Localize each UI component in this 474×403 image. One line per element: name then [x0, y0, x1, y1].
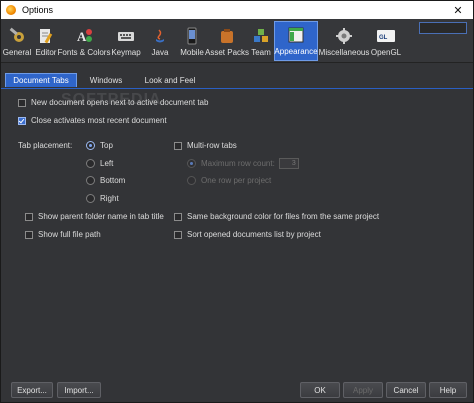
category-editor[interactable]: Editor — [34, 21, 58, 61]
same-bg-color-checkbox[interactable] — [174, 212, 182, 221]
appearance-icon — [287, 26, 305, 44]
svg-text:A: A — [77, 29, 87, 44]
team-icon — [252, 27, 270, 45]
category-miscellaneous[interactable]: Miscellaneous — [319, 21, 369, 61]
sort-by-project-option[interactable]: Sort opened documents list by project — [174, 230, 321, 239]
tab-placement-label: Tab placement: — [18, 141, 73, 150]
editor-icon — [37, 27, 55, 45]
show-full-path-checkbox[interactable] — [25, 230, 33, 239]
one-row-per-project-option[interactable]: One row per project — [187, 176, 271, 185]
multi-row-checkbox[interactable] — [174, 141, 182, 150]
category-fonts-colors[interactable]: A Fonts & Colors — [58, 21, 110, 61]
multi-row-option[interactable]: Multi-row tabs — [174, 141, 237, 150]
window-title: Options — [22, 5, 54, 15]
tab-windows[interactable]: Windows — [81, 73, 131, 87]
category-asset-packs[interactable]: Asset Packs — [205, 21, 249, 61]
placement-right-radio[interactable] — [86, 194, 95, 203]
title-bar: Options ✕ — [1, 1, 473, 19]
new-doc-next-checkbox[interactable] — [18, 98, 26, 107]
import-button[interactable]: Import... — [57, 382, 101, 398]
category-appearance[interactable]: Appearance — [274, 21, 318, 61]
category-toolbar: General Editor A Fonts & Colors Keymap J… — [1, 19, 473, 63]
one-row-per-project-radio[interactable] — [187, 176, 196, 185]
help-button[interactable]: Help — [429, 382, 467, 398]
search-input[interactable] — [419, 22, 467, 34]
placement-left-option[interactable]: Left — [86, 159, 113, 168]
new-doc-next-option[interactable]: New document opens next to active docume… — [18, 98, 208, 107]
category-keymap[interactable]: Keymap — [111, 21, 141, 61]
svg-text:GL: GL — [379, 35, 388, 41]
placement-top-radio[interactable] — [86, 141, 95, 150]
close-icon[interactable]: ✕ — [443, 1, 473, 19]
show-parent-folder-checkbox[interactable] — [25, 212, 33, 221]
cancel-button[interactable]: Cancel — [386, 382, 426, 398]
java-icon — [151, 27, 169, 45]
export-button[interactable]: Export... — [11, 382, 53, 398]
opengl-icon: GL — [377, 27, 395, 45]
ok-button[interactable]: OK — [300, 382, 340, 398]
same-bg-color-option[interactable]: Same background color for files from the… — [174, 212, 379, 221]
apply-button[interactable]: Apply — [343, 382, 383, 398]
tab-document-tabs[interactable]: Document Tabs — [5, 73, 77, 87]
netbeans-app-icon — [6, 5, 16, 15]
placement-bottom-radio[interactable] — [86, 176, 95, 185]
category-java[interactable]: Java — [147, 21, 173, 61]
mobile-icon — [183, 27, 201, 45]
placement-top-option[interactable]: Top — [86, 141, 113, 150]
window-controls: ✕ — [443, 1, 473, 19]
placement-bottom-option[interactable]: Bottom — [86, 176, 125, 185]
keyboard-icon — [117, 27, 135, 45]
placement-left-radio[interactable] — [86, 159, 95, 168]
close-activates-option[interactable]: Close activates most recent document — [18, 116, 167, 125]
category-team[interactable]: Team — [249, 21, 273, 61]
max-row-count-option[interactable]: Maximum row count: 3 — [187, 158, 299, 169]
options-tabs: Document Tabs Windows Look and Feel — [1, 69, 473, 89]
max-row-count-radio[interactable] — [187, 159, 196, 168]
show-full-path-option[interactable]: Show full file path — [25, 230, 101, 239]
fonts-colors-icon: A — [75, 27, 93, 45]
max-row-count-spinner[interactable]: 3 — [278, 158, 299, 169]
asset-packs-icon — [218, 27, 236, 45]
placement-right-option[interactable]: Right — [86, 194, 119, 203]
category-general[interactable]: General — [3, 21, 31, 61]
show-parent-folder-option[interactable]: Show parent folder name in tab title — [25, 212, 164, 221]
wrench-gear-icon — [8, 27, 26, 45]
tab-look-and-feel[interactable]: Look and Feel — [135, 73, 205, 87]
category-opengl[interactable]: GL OpenGL — [370, 21, 402, 61]
miscellaneous-icon — [335, 27, 353, 45]
options-window: Options ✕ General Editor A Fonts & Color… — [0, 0, 474, 403]
close-activates-checkbox[interactable] — [18, 116, 26, 125]
category-mobile[interactable]: Mobile — [179, 21, 205, 61]
sort-by-project-checkbox[interactable] — [174, 230, 182, 239]
